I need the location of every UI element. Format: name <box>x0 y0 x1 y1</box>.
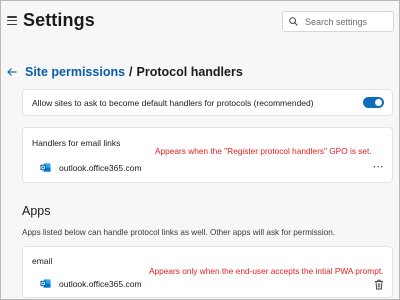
email-handlers-heading: Handlers for email links <box>32 138 121 148</box>
allow-handlers-toggle[interactable] <box>363 97 384 108</box>
breadcrumb: Site permissions / Protocol handlers <box>7 63 243 81</box>
outlook-icon <box>40 163 51 172</box>
search-icon <box>289 17 298 26</box>
outlook-icon <box>40 279 51 288</box>
header-bar: Settings <box>1 1 399 43</box>
toggle-label: Allow sites to ask to become default han… <box>32 98 314 108</box>
apps-email-heading: email <box>32 256 53 266</box>
breadcrumb-site-permissions[interactable]: Site permissions <box>25 65 125 79</box>
breadcrumb-separator: / <box>129 65 133 79</box>
more-options-icon[interactable]: ⋯ <box>373 160 385 173</box>
handler-name: outlook.office365.com <box>59 163 142 173</box>
annotation-gpo: Appears when the "Register protocol hand… <box>155 146 372 156</box>
menu-icon[interactable] <box>7 16 17 25</box>
list-item: outlook.office365.com <box>23 274 392 294</box>
trash-icon[interactable] <box>374 279 384 290</box>
list-item: outlook.office365.com ⋯ <box>23 158 392 178</box>
apps-section-title: Apps <box>22 204 51 218</box>
annotation-pwa: Appears only when the end-user accepts t… <box>149 266 384 276</box>
search-box[interactable] <box>282 11 395 32</box>
page-title: Protocol handlers <box>136 65 243 79</box>
protocol-handler-toggle-card: Allow sites to ask to become default han… <box>22 89 393 116</box>
apps-section-description: Apps listed below can handle protocol li… <box>22 228 336 237</box>
search-input[interactable] <box>305 16 395 27</box>
app-title: Settings <box>23 10 95 30</box>
handler-name: outlook.office365.com <box>59 279 142 289</box>
back-arrow-icon[interactable] <box>7 67 17 77</box>
